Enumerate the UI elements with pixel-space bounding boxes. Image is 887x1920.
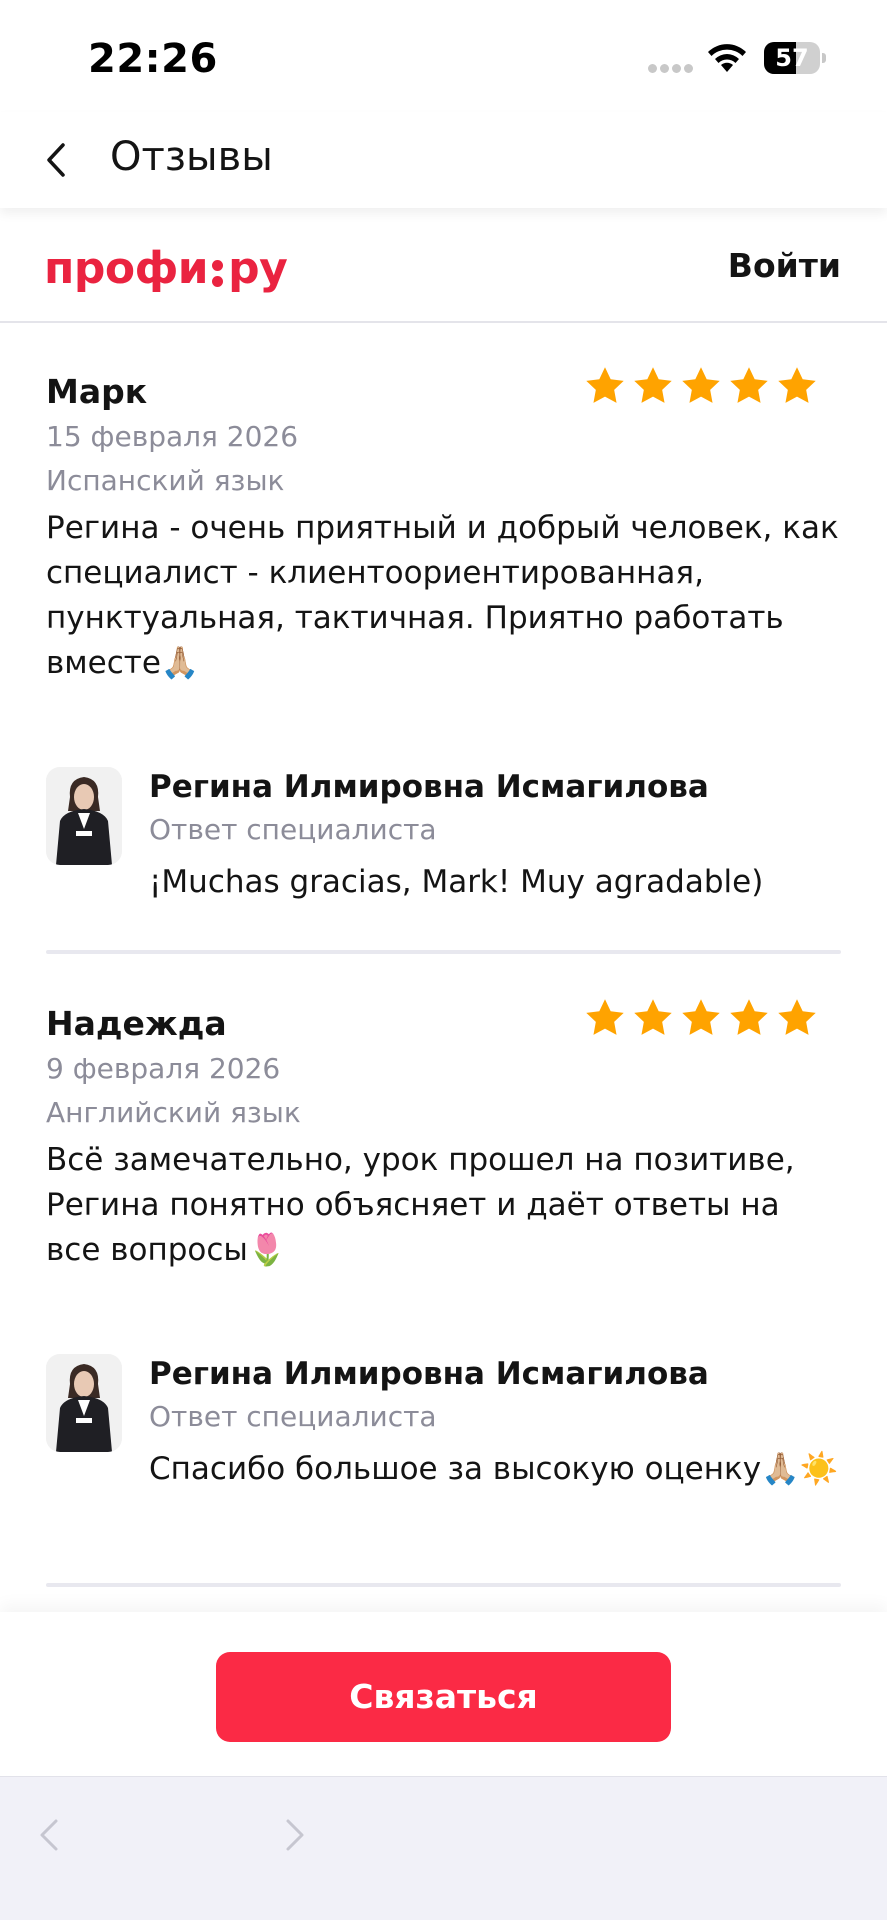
browser-back-icon[interactable] (30, 1815, 70, 1855)
reply-role: Ответ специалиста (149, 813, 437, 846)
star-icon (634, 367, 672, 403)
reply-author: Регина Илмировна Исмагилова (149, 1356, 709, 1392)
review-date: 15 февраля 2026 (46, 420, 299, 453)
star-icon (778, 999, 816, 1035)
review-divider (46, 1583, 841, 1587)
review-author: Марк (46, 372, 148, 411)
review-text: Регина - очень приятный и добрый человек… (46, 510, 839, 681)
specialist-photo (46, 767, 122, 865)
contact-button[interactable]: Связаться (216, 1652, 671, 1742)
star-icon (682, 999, 720, 1035)
review-card: Марк 15 февраля 2026 Испанский язык Реги… (46, 367, 841, 692)
battery-level: 57 (775, 44, 809, 72)
site-header: профи ру Войти (0, 208, 887, 323)
app-header: Отзывы (0, 112, 887, 208)
browser-forward-icon[interactable] (274, 1815, 314, 1855)
logo-dots-icon (212, 252, 224, 288)
avatar[interactable] (46, 1354, 122, 1452)
review-card: Надежда 9 февраля 2026 Английский язык В… (46, 999, 841, 1284)
review-divider (46, 950, 841, 954)
logo-text-right: ру (228, 242, 288, 294)
back-button[interactable] (28, 132, 84, 188)
battery-icon: 57 (764, 42, 826, 74)
specialist-reply: Регина Илмировна Исмагилова Ответ специа… (46, 767, 841, 917)
action-bar: Связаться (0, 1612, 887, 1776)
star-icon (586, 367, 624, 403)
rating-stars (583, 364, 819, 408)
profi-logo[interactable]: профи ру (44, 240, 288, 296)
login-link[interactable]: Войти (728, 246, 841, 285)
page-title: Отзывы (110, 134, 273, 180)
star-icon (778, 367, 816, 403)
rating-stars (583, 996, 819, 1040)
wifi-icon (708, 44, 746, 72)
status-bar: 22:26 57 (0, 0, 887, 112)
star-icon (730, 367, 768, 403)
chevron-left-icon (47, 143, 65, 177)
logo-text-left: профи (44, 242, 209, 294)
star-icon (730, 999, 768, 1035)
reply-text: Спасибо большое за высокую оценку🙏🏼☀️ (149, 1451, 839, 1487)
review-subject: Английский язык (46, 1096, 301, 1129)
reply-text: ¡Muchas gracias, Mark! Muy agradable) (149, 864, 764, 900)
avatar[interactable] (46, 767, 122, 865)
cellular-signal-icon (648, 64, 694, 73)
review-date: 9 февраля 2026 (46, 1052, 281, 1085)
status-time: 22:26 (88, 36, 218, 82)
review-author: Надежда (46, 1004, 227, 1043)
specialist-reply: Регина Илмировна Исмагилова Ответ специа… (46, 1354, 841, 1534)
browser-toolbar (0, 1776, 887, 1920)
review-text: Всё замечательно, урок прошел на позитив… (46, 1142, 795, 1268)
review-subject: Испанский язык (46, 464, 285, 497)
reply-author: Регина Илмировна Исмагилова (149, 769, 709, 805)
reply-role: Ответ специалиста (149, 1400, 437, 1433)
star-icon (682, 367, 720, 403)
star-icon (634, 999, 672, 1035)
star-icon (586, 999, 624, 1035)
specialist-photo (46, 1354, 122, 1452)
